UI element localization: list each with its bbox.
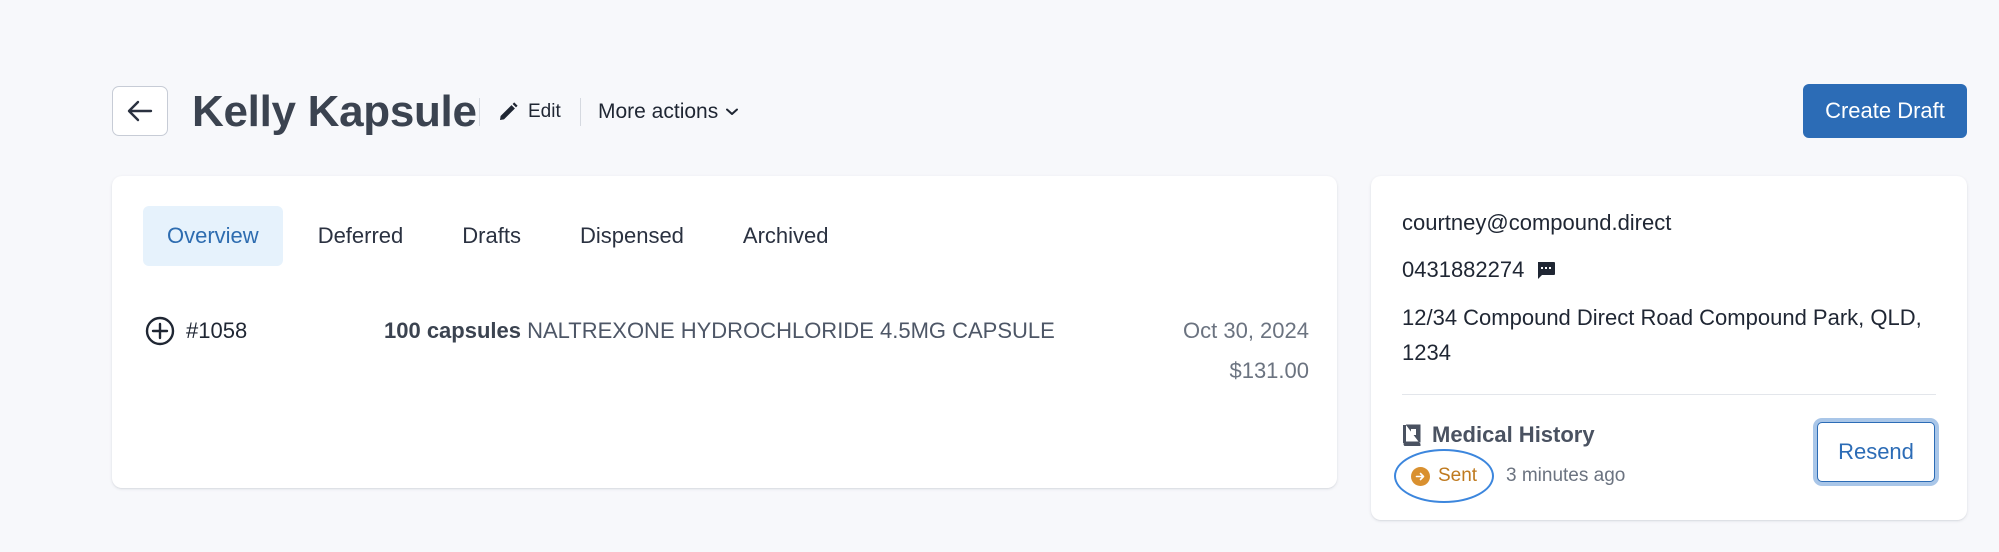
- order-id: #1058: [186, 318, 248, 343]
- contact-email: courtney@compound.direct: [1402, 210, 1672, 235]
- page-title: Kelly Kapsule: [192, 87, 477, 136]
- order-quantity: 100 capsules: [384, 318, 521, 343]
- patient-details-card: courtney@compound.direct 0431882274 12/3…: [1371, 176, 1967, 520]
- edit-label: Edit: [528, 101, 561, 122]
- chevron-down-icon: [726, 108, 739, 115]
- order-row[interactable]: #1058 100 capsules NALTREXONE HYDROCHLOR…: [145, 312, 1309, 402]
- divider: [580, 98, 581, 126]
- page-header: Kelly Kapsule Edit More actions Create D…: [112, 84, 1967, 140]
- tab-bar: Overview Deferred Drafts Dispensed Archi…: [143, 206, 864, 266]
- contact-phone: 0431882274: [1402, 257, 1525, 282]
- more-actions-button[interactable]: More actions: [598, 84, 739, 140]
- more-actions-label: More actions: [598, 100, 719, 123]
- contact-phone-row: 0431882274: [1402, 253, 1556, 287]
- pencil-icon: [500, 102, 518, 120]
- tab-dispensed[interactable]: Dispensed: [556, 206, 708, 266]
- create-draft-button[interactable]: Create Draft: [1803, 84, 1967, 138]
- tab-overview[interactable]: Overview: [143, 206, 283, 266]
- arrow-right-icon: [1410, 466, 1430, 486]
- resend-button[interactable]: Resend: [1817, 422, 1935, 482]
- message-icon[interactable]: [1536, 261, 1556, 280]
- order-product: NALTREXONE HYDROCHLORIDE 4.5MG CAPSULE: [527, 318, 1055, 343]
- back-button[interactable]: [112, 86, 168, 136]
- order-date: Oct 30, 2024: [1183, 318, 1309, 343]
- tab-archived[interactable]: Archived: [719, 206, 853, 266]
- arrow-left-icon: [127, 100, 153, 122]
- plus-circle-icon[interactable]: [145, 316, 175, 346]
- divider: [1402, 394, 1936, 395]
- order-price: $131.00: [1229, 358, 1309, 383]
- contact-address: 12/34 Compound Direct Road Compound Park…: [1402, 305, 1922, 365]
- divider: [479, 98, 480, 126]
- status-timestamp: 3 minutes ago: [1506, 465, 1626, 486]
- status-badge: Sent: [1394, 449, 1494, 503]
- book-icon: [1403, 424, 1421, 446]
- tab-drafts[interactable]: Drafts: [438, 206, 545, 266]
- orders-card: Overview Deferred Drafts Dispensed Archi…: [112, 176, 1337, 488]
- status-label: Sent: [1437, 465, 1478, 486]
- medical-history-status: Sent 3 minutes ago: [1394, 446, 1625, 506]
- tab-deferred[interactable]: Deferred: [294, 206, 428, 266]
- edit-button[interactable]: Edit: [498, 84, 561, 140]
- order-description: 100 capsules NALTREXONE HYDROCHLORIDE 4.…: [384, 312, 1055, 350]
